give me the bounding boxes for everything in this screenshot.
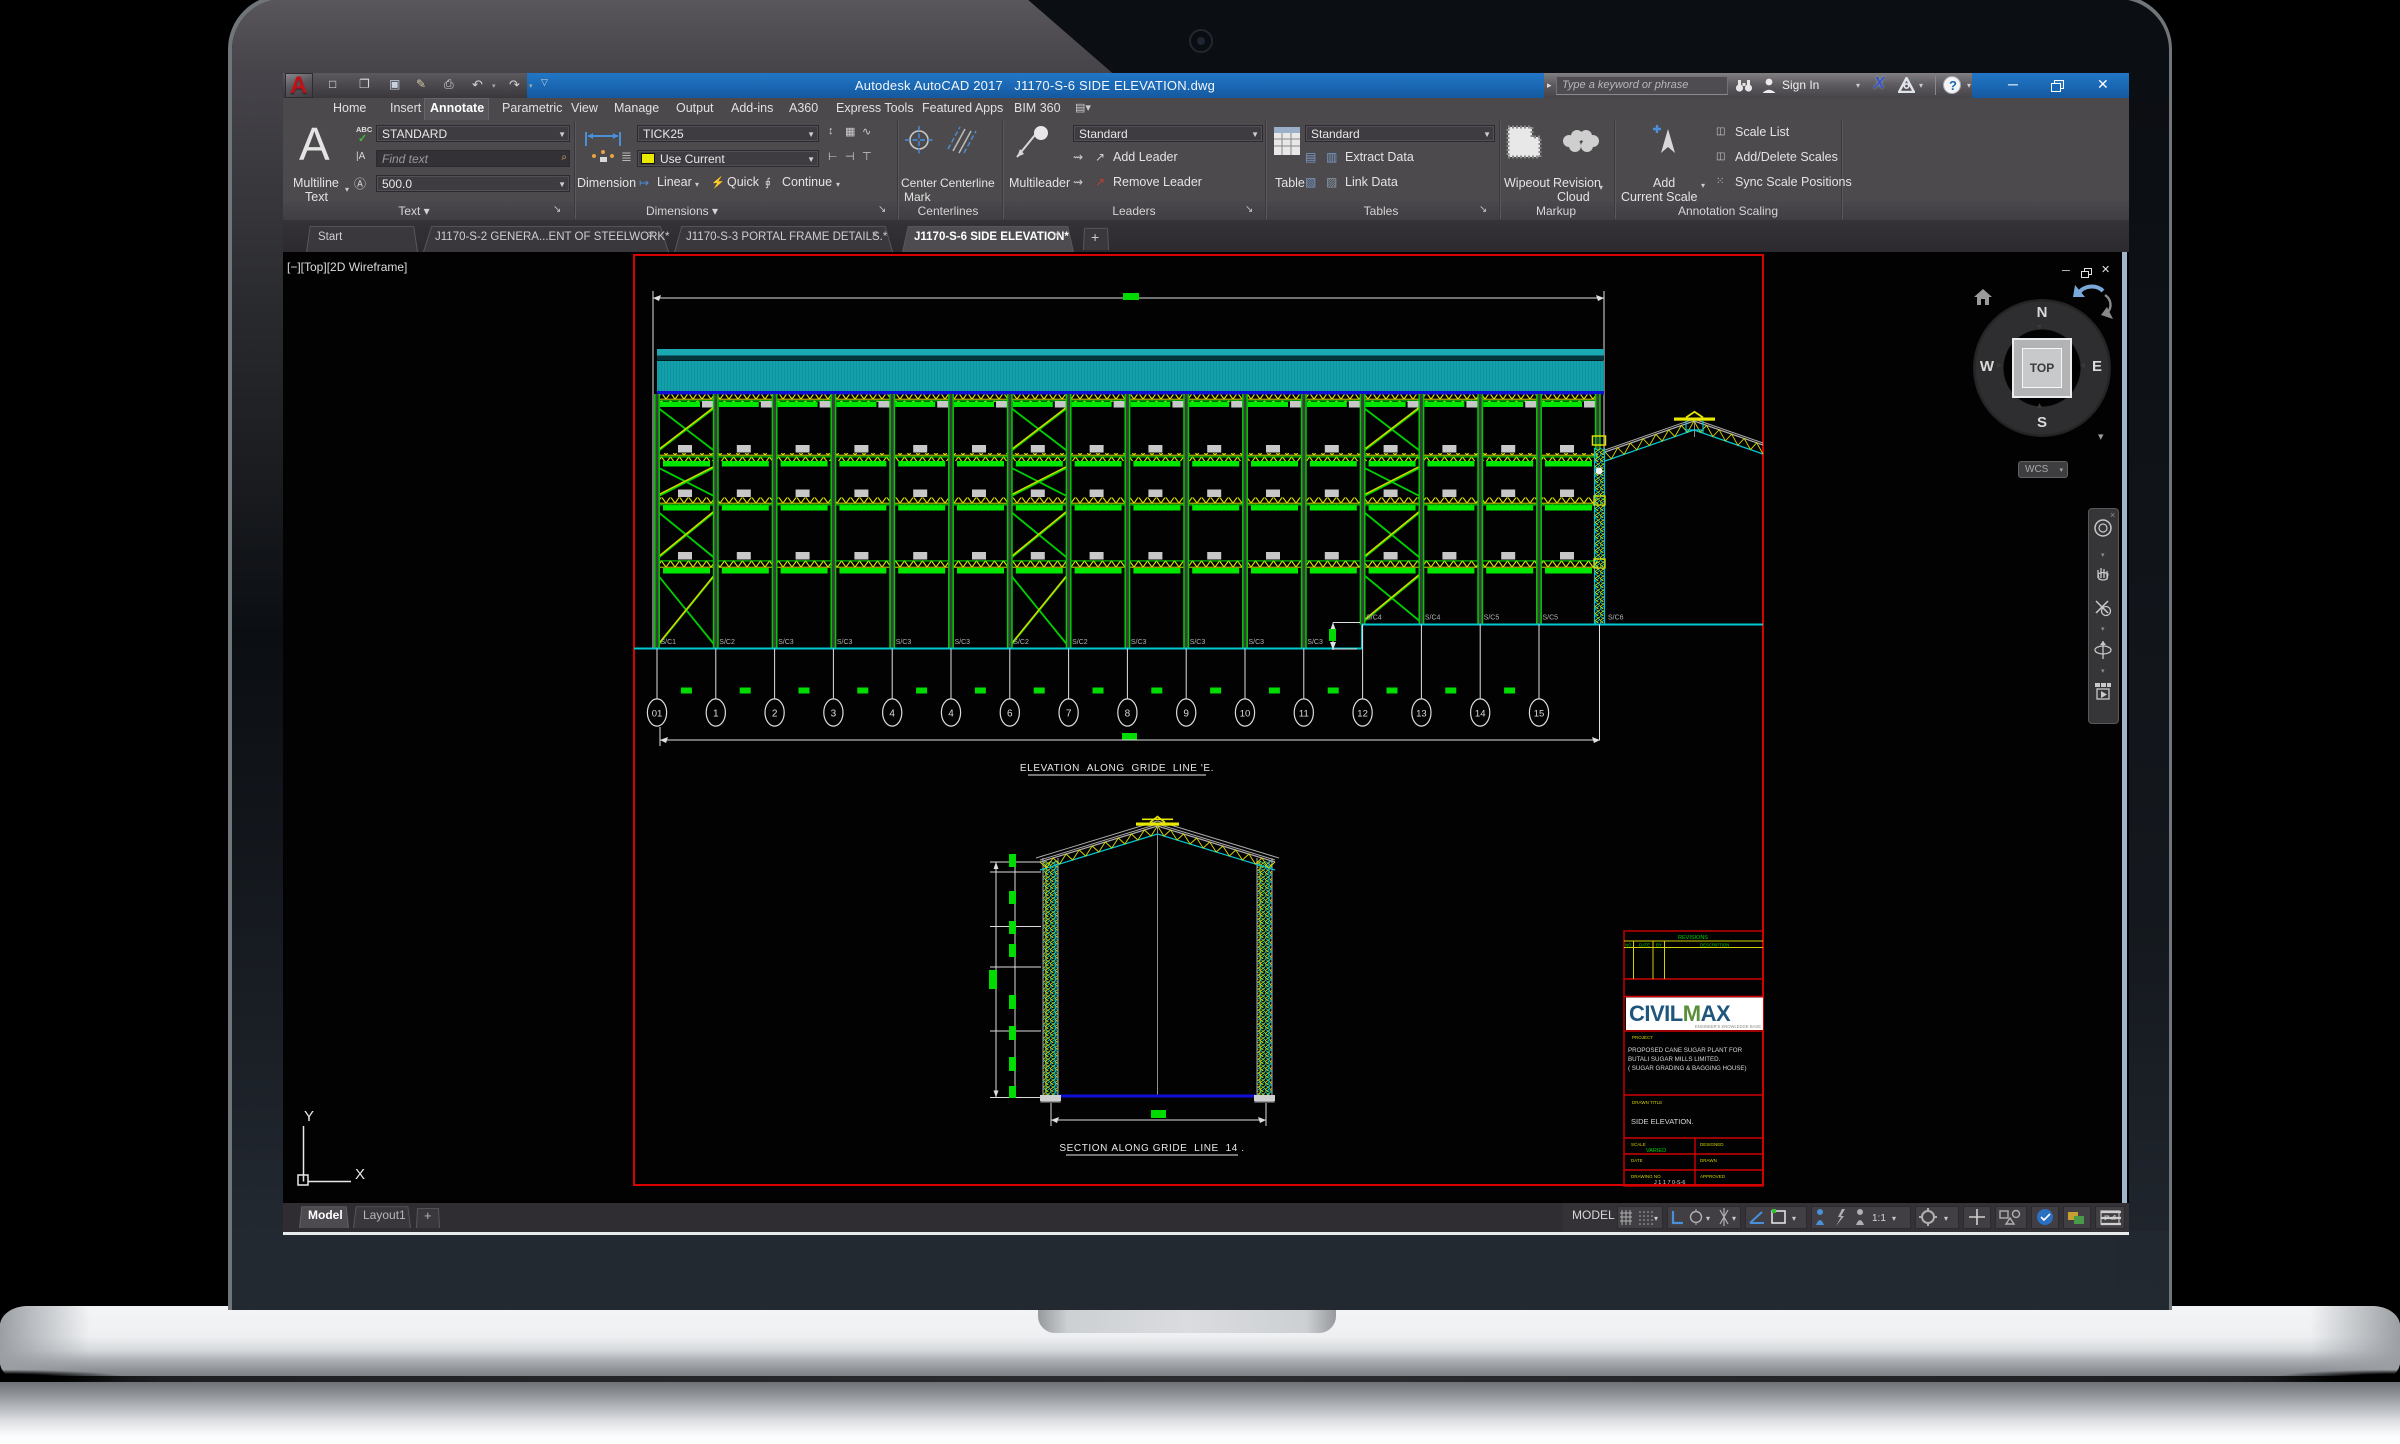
svg-text:1: 1 <box>713 709 719 720</box>
svg-text:( SUGAR GRADING & BAGGING HOU: ( SUGAR GRADING & BAGGING HOUSE) <box>1628 1065 1747 1072</box>
svg-text:12: 12 <box>1357 709 1368 720</box>
svg-text:01: 01 <box>652 709 663 720</box>
svg-text:▾: ▾ <box>1706 1214 1710 1223</box>
svg-text:▾: ▾ <box>1792 1214 1796 1223</box>
svg-text:J 1 1 7 0-S-6: J 1 1 7 0-S-6 <box>1654 1180 1686 1186</box>
svg-text:S/C5: S/C5 <box>1543 615 1559 622</box>
svg-text:10: 10 <box>1240 709 1251 720</box>
svg-text:BY: BY <box>1656 943 1662 948</box>
svg-text:DATE: DATE <box>1631 1158 1643 1163</box>
svg-text:S/C3: S/C3 <box>1131 639 1147 646</box>
svg-text:ENGINEER'S KNOWLEDGE BASE: ENGINEER'S KNOWLEDGE BASE <box>1695 1024 1761 1029</box>
svg-text:8: 8 <box>1125 709 1131 720</box>
svg-text:S/C3: S/C3 <box>955 639 971 646</box>
svg-text:S/C2: S/C2 <box>1072 639 1088 646</box>
svg-text:DRAWN: DRAWN <box>1700 1158 1717 1163</box>
svg-text:S/C3: S/C3 <box>1307 639 1323 646</box>
svg-text:4: 4 <box>948 709 954 720</box>
svg-text:S/C3: S/C3 <box>778 639 794 646</box>
svg-text:▾: ▾ <box>1944 1214 1948 1223</box>
svg-text:S/C2: S/C2 <box>1013 639 1029 646</box>
svg-text:2: 2 <box>772 709 778 720</box>
svg-text:11: 11 <box>1299 709 1309 720</box>
svg-text:S/C5: S/C5 <box>1484 615 1500 622</box>
svg-text:DRAWN TITLE: DRAWN TITLE <box>1632 1100 1662 1105</box>
svg-text:▾: ▾ <box>1732 1214 1736 1223</box>
svg-text:S/C3: S/C3 <box>896 639 912 646</box>
svg-text:CIVILMAX: CIVILMAX <box>1629 1001 1731 1026</box>
svg-text:S/C3: S/C3 <box>1190 639 1206 646</box>
svg-text:14: 14 <box>1475 709 1486 720</box>
svg-text:▾: ▾ <box>1892 1214 1896 1223</box>
svg-text:DESIGNED: DESIGNED <box>1700 1142 1724 1147</box>
svg-text:S/C2: S/C2 <box>719 639 735 646</box>
svg-text:NO.: NO. <box>1625 943 1633 948</box>
svg-text:PROJECT: PROJECT <box>1632 1035 1653 1040</box>
svg-text:S/C1: S/C1 <box>661 639 677 646</box>
svg-text:VARIED: VARIED <box>1646 1148 1666 1154</box>
svg-text:9: 9 <box>1183 709 1189 720</box>
svg-text:S/C6: S/C6 <box>1608 615 1624 622</box>
svg-text:X: X <box>355 1166 365 1183</box>
svg-text:DESCRIPTION: DESCRIPTION <box>1700 943 1729 948</box>
svg-text:REVISIONS: REVISIONS <box>1678 935 1708 941</box>
svg-text:DRAWING NO: DRAWING NO <box>1631 1174 1661 1179</box>
svg-text:Y: Y <box>304 1108 314 1125</box>
svg-text:PROPOSED CANE SUGAR PLANT F: PROPOSED CANE SUGAR PLANT FOR <box>1628 1047 1743 1054</box>
svg-text:4: 4 <box>889 709 895 720</box>
svg-text:DATE: DATE <box>1639 943 1650 948</box>
svg-text:7: 7 <box>1066 709 1072 720</box>
svg-text:SIDE ELEVATION.: SIDE ELEVATION. <box>1631 1117 1694 1126</box>
svg-text:S/C4: S/C4 <box>1366 615 1382 622</box>
svg-text:15: 15 <box>1534 709 1545 720</box>
svg-text:APPROVED: APPROVED <box>1700 1174 1726 1179</box>
svg-text:6: 6 <box>1007 709 1013 720</box>
svg-text:S/C4: S/C4 <box>1425 615 1441 622</box>
svg-text:S/C3: S/C3 <box>1249 639 1265 646</box>
svg-text:SCALE: SCALE <box>1631 1142 1646 1147</box>
svg-text:S/C3: S/C3 <box>837 639 853 646</box>
svg-text:13: 13 <box>1416 709 1427 720</box>
svg-text:1:1: 1:1 <box>1872 1213 1886 1224</box>
svg-text:SECTION ALONG GRIDE LINE 14: SECTION ALONG GRIDE LINE 14 . <box>1059 1143 1244 1154</box>
svg-text:ELEVATION ALONG GRIDE LINE: ELEVATION ALONG GRIDE LINE 'E. <box>1020 763 1214 774</box>
svg-text:▾: ▾ <box>1654 1214 1658 1223</box>
svg-text:3: 3 <box>831 709 837 720</box>
svg-text:BUTALI SUGAR MILLS LIMITED.: BUTALI SUGAR MILLS LIMITED. <box>1628 1056 1721 1063</box>
